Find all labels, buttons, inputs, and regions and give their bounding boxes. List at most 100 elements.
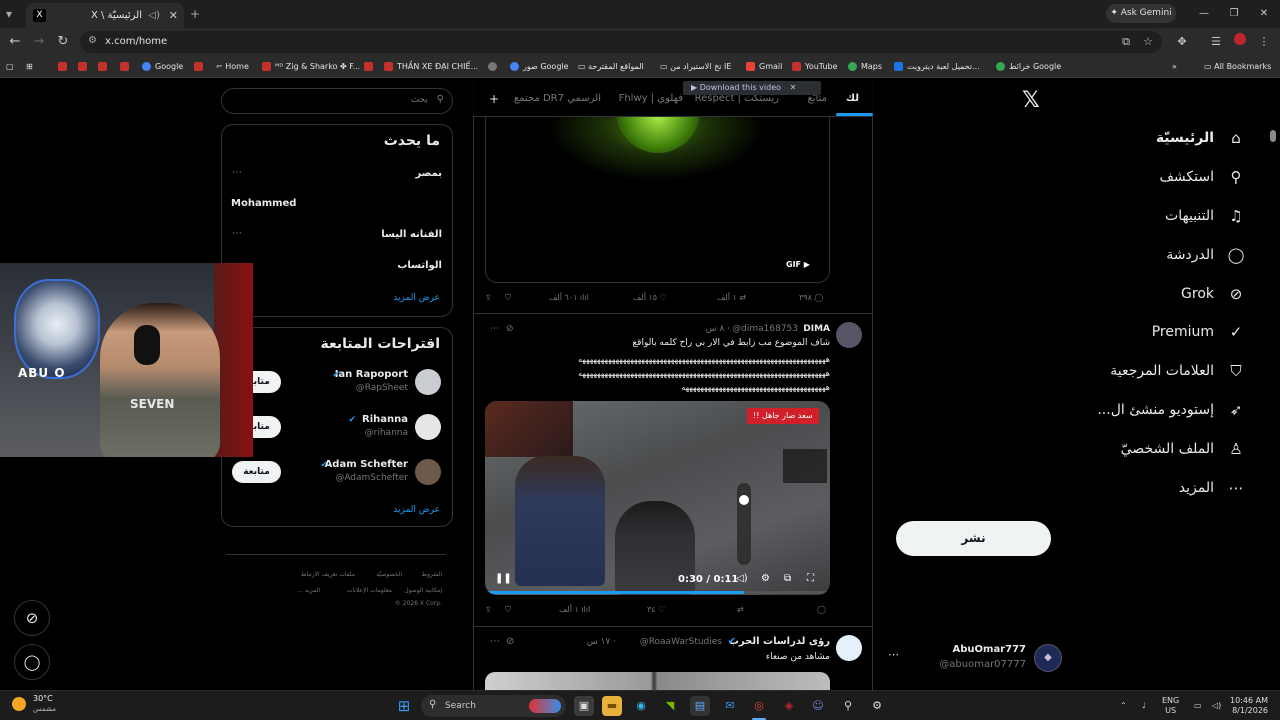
tab-for-you[interactable]: لك: [846, 81, 859, 117]
footer-privacy[interactable]: الخصوصيّة: [376, 571, 402, 578]
network-icon[interactable]: ▭: [1194, 701, 1202, 711]
bookmark-yt-6[interactable]: [364, 56, 377, 78]
tab-fhlwy[interactable]: Fhlwy | فهلوي: [619, 81, 683, 117]
like-stat[interactable]: ١٥ ألف ♡: [633, 289, 667, 307]
nav-bookmark[interactable]: ⛉ العلامات المرجعية: [1110, 355, 1246, 387]
video-progress-track[interactable]: [485, 591, 830, 594]
volume-icon[interactable]: ◁): [1212, 701, 1221, 711]
bookmark-suggested-sites[interactable]: ▭ المواقع المقترحة: [578, 56, 644, 78]
search-input[interactable]: ⚲ بحث: [221, 88, 453, 114]
back-icon[interactable]: ←: [6, 28, 24, 56]
bookmark-zig-sharko[interactable]: ᴹᴰ Zig & Sharko ✤ F...: [262, 56, 360, 78]
pause-icon[interactable]: ❚❚: [495, 573, 512, 584]
minimize-icon[interactable]: —: [1194, 0, 1214, 28]
bookmark-yt-2[interactable]: [78, 56, 91, 78]
bookmark-globe[interactable]: [488, 56, 501, 78]
bookmark-google-images[interactable]: صور Google: [510, 56, 569, 78]
post-button[interactable]: نشر: [896, 521, 1051, 556]
language-indicator[interactable]: ENG US: [1162, 696, 1179, 716]
tab-search-icon[interactable]: ▾: [6, 0, 12, 28]
post-more-icon[interactable]: ⋯: [490, 322, 499, 336]
bookmark-star-icon[interactable]: ☆: [1140, 28, 1156, 56]
views-stat[interactable]: ٦٠١ ألف ılıl: [549, 289, 589, 307]
account-more-icon[interactable]: ⋯: [888, 648, 899, 661]
bookmark-than-xe[interactable]: THẦN XE ĐẠI CHIẾ...: [384, 56, 478, 78]
bookmark-icon[interactable]: ⛉: [505, 601, 511, 619]
reload-icon[interactable]: ↻: [54, 28, 72, 56]
repost-stat[interactable]: ١ ألف ⇄: [717, 289, 746, 307]
bookmarks-overflow-icon[interactable]: »: [1172, 56, 1177, 78]
bookmark-google[interactable]: Google: [142, 56, 183, 78]
store-icon[interactable]: ▤: [690, 696, 710, 716]
trend-item[interactable]: بمصر: [415, 168, 442, 179]
ask-gemini-button[interactable]: ✦ Ask Gemini: [1106, 4, 1176, 23]
reply-icon[interactable]: ◯: [817, 601, 826, 619]
pip-icon[interactable]: ⧉: [784, 573, 791, 584]
x-logo-icon[interactable]: 𝕏: [1022, 88, 1040, 113]
nav-grok[interactable]: ⊘ Grok: [1181, 278, 1246, 310]
footer-accessibility[interactable]: إمكانية الوصول: [404, 587, 442, 594]
grok-explain-icon[interactable]: ⊘: [506, 635, 514, 649]
profile-avatar-icon[interactable]: [1232, 28, 1248, 56]
nav-premium[interactable]: ✓ Premium: [1152, 316, 1246, 348]
messages-float-icon[interactable]: ◯: [14, 644, 50, 680]
bookmark-yt-5[interactable]: [194, 56, 207, 78]
app-red-icon[interactable]: ◈: [779, 696, 799, 716]
bookmark-gmail[interactable]: Gmail: [746, 56, 782, 78]
mail-icon[interactable]: ✉: [720, 696, 740, 716]
post-handle[interactable]: @RoaaWarStudies: [640, 635, 722, 649]
follow-button[interactable]: متابعة: [232, 461, 281, 483]
chrome-icon[interactable]: ◎: [749, 696, 769, 716]
bookmark-youtube[interactable]: YouTube: [792, 56, 838, 78]
tray-overflow-icon[interactable]: ⌃: [1120, 701, 1127, 711]
post-handle[interactable]: @dima168753: [732, 322, 798, 336]
edge-icon[interactable]: ◉: [631, 696, 651, 716]
share-icon[interactable]: ⇪: [485, 601, 492, 619]
bookmark-maps[interactable]: Maps: [848, 56, 882, 78]
browser-tab-x-home[interactable]: X الرئيسيّة \ X ◁) ✕: [26, 3, 184, 28]
weather-sun-icon[interactable]: [12, 697, 26, 711]
post-time[interactable]: · ١٧ س: [587, 635, 616, 649]
close-window-icon[interactable]: ✕: [1254, 0, 1274, 28]
taskbar-search[interactable]: ⚲ Search: [421, 695, 566, 717]
nav-bell[interactable]: ♫ التنبيهات: [1165, 200, 1246, 232]
trend-item[interactable]: الواتساب: [397, 260, 442, 271]
bookmark-home[interactable]: ⌐ Home: [216, 56, 249, 78]
bookmark-ie-import[interactable]: ▭ تخ الاستيراد من IE: [660, 56, 731, 78]
bookmark-icon[interactable]: ⛉: [505, 289, 511, 307]
bookmark-yt-1[interactable]: [58, 56, 71, 78]
suggested-name[interactable]: Rihanna: [362, 414, 408, 425]
side-panel-icon[interactable]: ▢: [6, 56, 14, 78]
who-show-more[interactable]: عرض المزيد: [393, 505, 440, 515]
volume-slider[interactable]: [737, 483, 751, 565]
tab-dr7[interactable]: مجتمع DR7 الرسمي: [514, 81, 601, 117]
mute-icon[interactable]: ◁): [736, 573, 748, 584]
weather-desc[interactable]: مشمس: [33, 705, 56, 713]
download-video-button[interactable]: ▶ Download this video ✕: [683, 81, 821, 95]
bookmark-yt-4[interactable]: [120, 56, 133, 78]
suggested-name[interactable]: Adam Schefter: [325, 459, 408, 470]
page-scrollbar-thumb[interactable]: [1270, 130, 1276, 142]
nav-rocket[interactable]: ➶ إستوديو منشئ ال...: [1097, 394, 1246, 426]
app-gear-icon[interactable]: ⚙: [867, 696, 887, 716]
trend-item[interactable]: الفنانه اليسا: [381, 229, 442, 240]
task-view-icon[interactable]: ▣: [574, 696, 594, 716]
post-author[interactable]: DIMA: [803, 322, 830, 336]
reply-stat[interactable]: ٣٩٨ ◯: [799, 289, 823, 307]
download-close-icon[interactable]: ✕: [790, 83, 797, 92]
views-stat[interactable]: ١ ألف ılıl: [559, 601, 590, 619]
repost-icon[interactable]: ⇄: [737, 601, 744, 619]
post-media-preview[interactable]: [485, 672, 830, 690]
post-avatar[interactable]: [836, 322, 862, 348]
menu-kebab-icon[interactable]: ⋮: [1256, 28, 1272, 56]
pin-app-icon[interactable]: ⚲: [838, 696, 858, 716]
grok-explain-icon[interactable]: ⊘: [506, 322, 514, 336]
trend-more-icon[interactable]: ⋯: [232, 167, 242, 178]
extensions-icon[interactable]: ✥: [1174, 28, 1190, 56]
forward-icon[interactable]: →: [30, 28, 48, 56]
settings-icon[interactable]: ⚙: [761, 573, 770, 584]
video-player[interactable]: سعد صار جاهل !! ❚❚ 0:30 / 0:11 ◁) ⚙ ⧉ ⛶: [485, 401, 830, 595]
windows-start-icon[interactable]: ⊞: [394, 696, 414, 716]
media-controls-icon[interactable]: ☰: [1208, 28, 1224, 56]
trending-show-more[interactable]: عرض المزيد: [393, 293, 440, 303]
